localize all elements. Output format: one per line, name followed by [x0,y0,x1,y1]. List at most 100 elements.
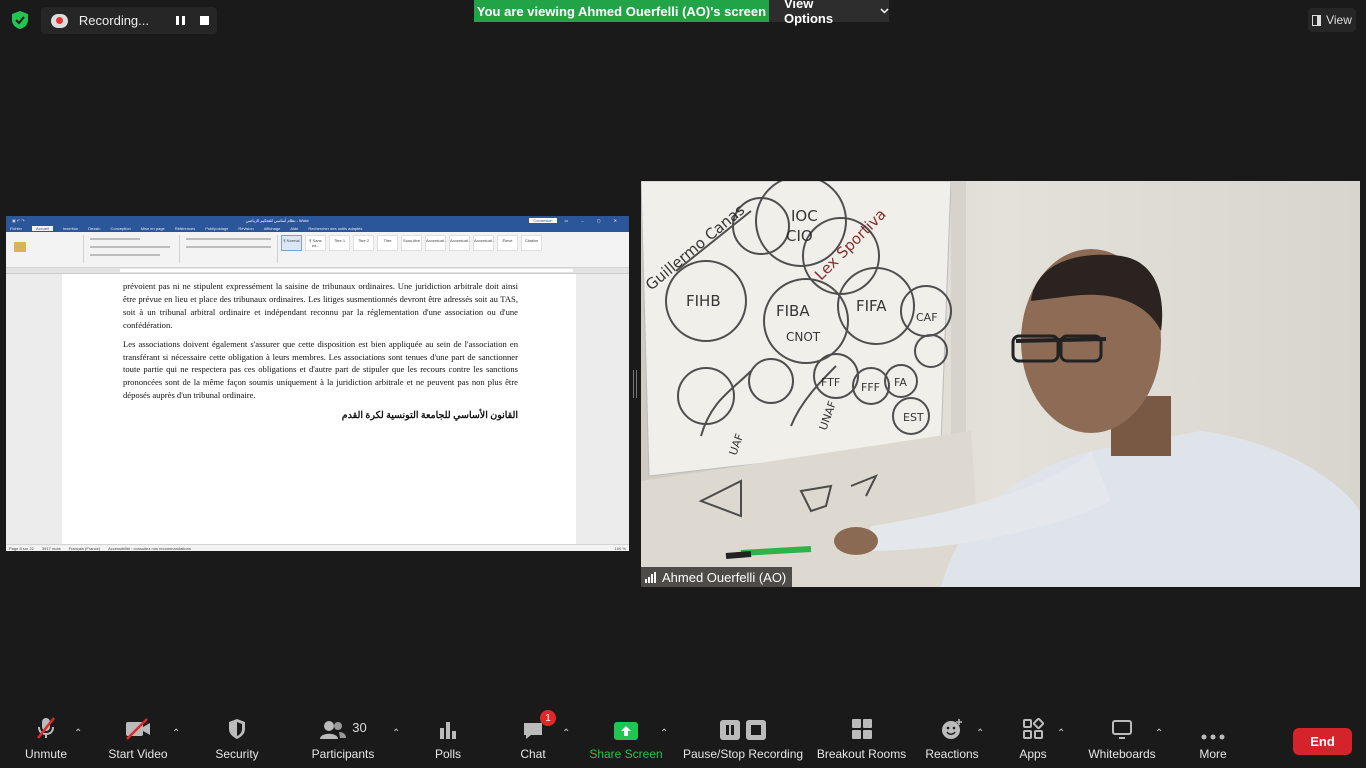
microphone-muted-icon [37,717,55,739]
chevron-up-icon[interactable]: ⌃ [74,728,82,739]
word-tab-aide[interactable]: Aide [290,226,298,231]
view-layout-icon [1312,14,1322,26]
pause-recording-button[interactable] [168,11,192,31]
document-paragraph: prévoient pas ni ne stipulent expresséme… [123,281,518,330]
chevron-up-icon[interactable]: ⌃ [1155,728,1163,739]
word-tab-references[interactable]: Références [175,226,195,231]
shield-icon [229,719,245,739]
breakout-rooms-button[interactable]: Breakout Rooms [817,712,906,768]
word-tab-accueil[interactable]: Accueil [32,226,53,231]
recording-label: Recording... [78,13,149,28]
unmute-button[interactable]: Unmute [22,712,70,768]
chat-icon [524,723,542,739]
chevron-up-icon[interactable]: ⌃ [562,728,570,739]
word-title-bar: ▣ ↶ ↷ نظام أساسي للتحكيم الرياضي - Word … [6,216,629,225]
security-label: Security [215,747,259,761]
stop-icon [746,720,766,740]
whiteboard-text: CNOT [786,330,821,344]
splitter-handle[interactable] [633,370,637,398]
chevron-up-icon[interactable]: ⌃ [1057,728,1065,739]
view-button[interactable]: View [1308,8,1356,32]
word-tab-insertion[interactable]: Insertion [63,226,78,231]
meeting-toolbar: Unmute ⌃ Start Video ⌃ Security 30 Parti… [0,710,1366,768]
word-ribbon-tabs: Fichier Accueil Insertion Dessin Concept… [6,225,629,232]
participants-label: Participants [311,747,375,761]
word-tab-dessin[interactable]: Dessin [88,226,100,231]
chevron-up-icon[interactable]: ⌃ [976,728,984,739]
polls-button[interactable]: Polls [432,712,464,768]
stop-recording-button[interactable] [193,11,217,31]
style-item[interactable]: ¶ Sans int... [305,235,326,251]
chevron-up-icon[interactable]: ⌃ [172,728,180,739]
stop-icon [200,16,210,25]
word-tab-conception[interactable]: Conception [111,226,131,231]
apps-button[interactable]: Apps [1017,712,1049,768]
styles-gallery[interactable]: ¶ Normal ¶ Sans int... Titre 1 Titre 2 T… [281,235,542,251]
start-video-button[interactable]: Start Video [106,712,170,768]
style-item[interactable]: Titre 1 [329,235,350,251]
word-tab-revision[interactable]: Révision [238,226,253,231]
unmute-label: Unmute [24,747,68,761]
share-screen-button[interactable]: Share Screen [589,712,663,768]
start-video-label: Start Video [108,747,168,761]
whiteboard-text: FA [894,376,907,389]
word-title: نظام أساسي للتحكيم الرياضي - Word [245,218,309,223]
document-paragraph: Les associations doivent également s'ass… [123,338,518,401]
style-item[interactable]: Citation [521,235,542,251]
chevron-up-icon[interactable]: ⌃ [660,728,668,739]
end-meeting-button[interactable]: End [1293,728,1352,755]
view-options-label: View Options [784,0,834,26]
participant-name-tag: Ahmed Ouerfelli (AO) [641,567,793,587]
whiteboard-text: FIBA [776,302,810,320]
apps-label: Apps [1019,747,1047,761]
style-item[interactable]: Titre [377,235,398,251]
style-item[interactable]: Accentuat... [425,235,447,251]
participants-button[interactable]: 30 Participants [310,712,376,768]
word-tab-mise-en-page[interactable]: Mise en page [141,226,165,231]
word-tab-fichier[interactable]: Fichier [10,226,22,231]
style-item[interactable]: Sous-titre [401,235,422,251]
security-button[interactable]: Security [214,712,260,768]
reactions-label: Reactions [925,747,979,761]
chevron-up-icon[interactable]: ⌃ [392,728,400,739]
participant-video[interactable]: IOC CIO Guillermo Canas Lex Sportiva FIF… [641,181,1360,587]
word-connect-button[interactable]: Connexion [529,218,557,223]
style-item[interactable]: ¶ Normal [281,235,302,251]
security-shield-icon[interactable] [10,10,30,30]
word-ribbon: ¶ Normal ¶ Sans int... Titre 1 Titre 2 T… [6,232,629,268]
word-document-area[interactable]: prévoient pas ni ne stipulent expresséme… [6,274,629,544]
word-page[interactable]: prévoient pas ni ne stipulent expresséme… [62,274,576,544]
viewing-screen-banner: You are viewing Ahmed Ouerfelli (AO)'s s… [474,0,769,22]
word-window-controls[interactable]: ▭ – ▢ ✕ [565,218,623,223]
participants-icon [320,721,347,739]
document-arabic-heading: القانون الأساسي للجامعة التونسية لكرة ال… [341,411,518,422]
word-tab-publipostage[interactable]: Publipostage [205,226,228,231]
pause-stop-recording-button[interactable]: Pause/Stop Recording [683,712,803,768]
view-options-button[interactable]: View Options [769,0,889,26]
chat-button[interactable]: 1 Chat [518,710,556,768]
video-frame-image: IOC CIO Guillermo Canas Lex Sportiva FIF… [641,181,1360,587]
more-button[interactable]: More [1198,712,1228,768]
polls-icon [440,722,456,739]
chat-label: Chat [520,747,546,761]
reactions-button[interactable]: Reactions [925,712,979,768]
whiteboard-text: FIFA [856,297,887,315]
word-quick-access: ▣ ↶ ↷ [12,218,25,223]
whiteboard-text: FFF [861,381,880,394]
chat-unread-badge: 1 [540,710,556,726]
whiteboards-button[interactable]: Whiteboards [1088,712,1156,768]
style-item[interactable]: Accentuat... [473,235,495,251]
polls-label: Polls [434,747,461,761]
word-search-tools[interactable]: Rechercher des outils adaptés [308,226,362,231]
word-tab-affichage[interactable]: Affichage [264,226,281,231]
shared-screen[interactable]: ▣ ↶ ↷ نظام أساسي للتحكيم الرياضي - Word … [6,216,629,551]
signal-strength-icon [645,571,656,583]
whiteboards-label: Whiteboards [1088,747,1156,761]
status-words: 3917 mots [41,545,61,551]
style-item[interactable]: Accentuat... [449,235,471,251]
pause-icon [175,16,185,25]
participant-name: Ahmed Ouerfelli (AO) [662,569,787,585]
style-item[interactable]: Élevé [497,235,518,251]
style-item[interactable]: Titre 2 [353,235,374,251]
more-label: More [1199,747,1227,761]
